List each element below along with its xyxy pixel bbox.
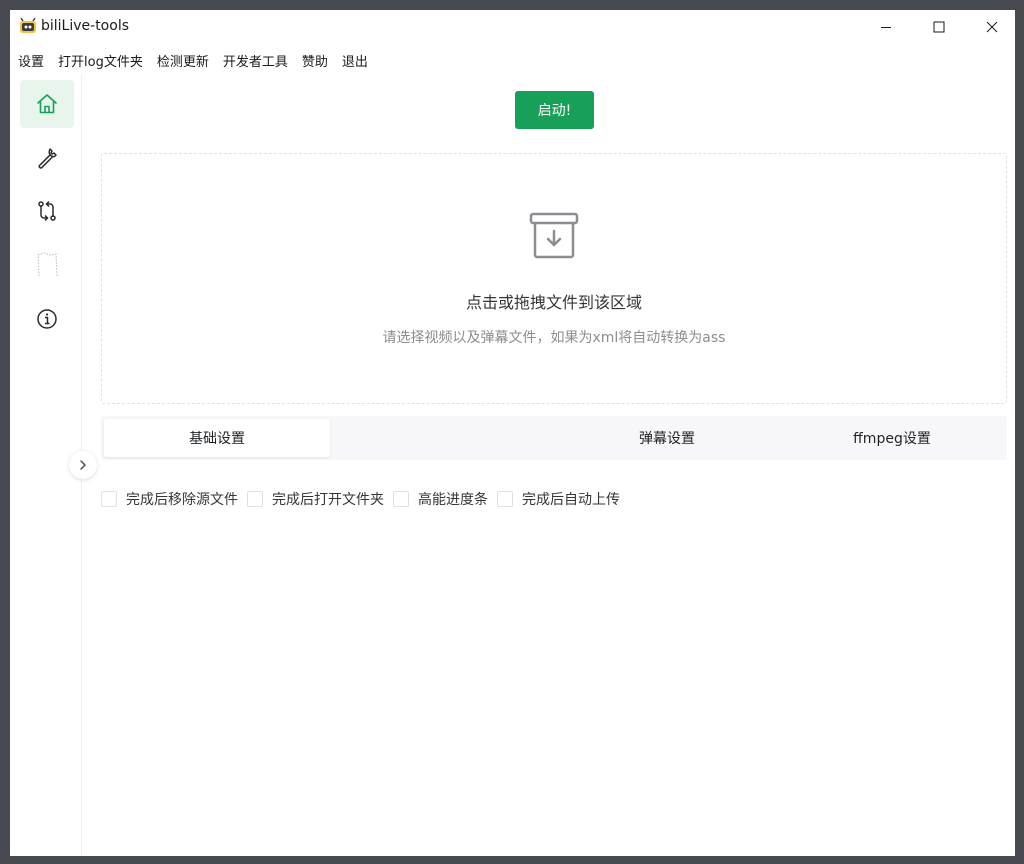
option-label: 完成后自动上传	[522, 492, 620, 508]
minimize-icon	[881, 27, 891, 28]
menu-bar: 设置 打开log文件夹 检测更新 开发者工具 赞助 退出	[10, 48, 375, 72]
git-compare-icon	[35, 199, 59, 223]
option-open-folder[interactable]: 完成后打开文件夹	[247, 489, 384, 509]
menu-settings[interactable]: 设置	[18, 49, 44, 72]
minimize-button[interactable]	[863, 10, 909, 44]
checkbox[interactable]	[247, 491, 263, 507]
option-label: 完成后打开文件夹	[272, 492, 384, 508]
checkbox[interactable]	[393, 491, 409, 507]
sidebar-item-home[interactable]	[20, 80, 74, 128]
checkbox[interactable]	[101, 491, 117, 507]
option-label: 高能进度条	[418, 492, 488, 508]
sidebar-collapse-button[interactable]	[69, 451, 97, 479]
home-icon	[35, 92, 59, 116]
sidebar-item-clip[interactable]	[20, 241, 74, 289]
options-row: 完成后移除源文件 完成后打开文件夹 高能进度条 完成后自动上传	[101, 488, 629, 510]
app-logo-icon	[19, 17, 37, 34]
option-energy-bar[interactable]: 高能进度条	[393, 489, 488, 509]
checkbox[interactable]	[497, 491, 513, 507]
window-title: biliLive-tools	[41, 18, 129, 34]
option-remove-source[interactable]: 完成后移除源文件	[101, 489, 238, 509]
app-window: biliLive-tools 设置 打开log文件夹 检测更新 开发者工具 赞助…	[10, 10, 1015, 856]
title-bar[interactable]: biliLive-tools	[10, 10, 1015, 44]
settings-tabs: 基础设置 弹幕设置 ffmpeg设置	[101, 416, 1007, 460]
close-icon	[986, 21, 998, 33]
file-dropzone[interactable]: 点击或拖拽文件到该区域 请选择视频以及弹幕文件，如果为xml将自动转换为ass	[101, 153, 1007, 404]
tab-ffmpeg-settings[interactable]: ffmpeg设置	[780, 419, 1004, 457]
tab-basic-settings[interactable]: 基础设置	[104, 419, 330, 457]
wrench-icon	[35, 146, 59, 170]
close-button[interactable]	[969, 10, 1015, 44]
menu-dev-tools[interactable]: 开发者工具	[223, 49, 288, 72]
archive-download-icon	[529, 212, 579, 264]
info-icon	[36, 308, 58, 330]
menu-exit[interactable]: 退出	[342, 49, 368, 72]
option-label: 完成后移除源文件	[126, 492, 238, 508]
dropzone-title: 点击或拖拽文件到该区域	[465, 293, 642, 312]
menu-open-log-folder[interactable]: 打开log文件夹	[58, 49, 143, 72]
start-button[interactable]: 启动!	[515, 91, 594, 129]
sidebar-item-merge[interactable]	[20, 187, 74, 235]
sidebar-item-tools[interactable]	[20, 134, 74, 182]
chevron-right-icon	[77, 456, 89, 475]
menu-check-update[interactable]: 检测更新	[157, 49, 209, 72]
maximize-icon	[933, 21, 945, 33]
option-auto-upload[interactable]: 完成后自动上传	[497, 489, 620, 509]
dropzone-subtitle: 请选择视频以及弹幕文件，如果为xml将自动转换为ass	[382, 330, 726, 346]
maximize-button[interactable]	[916, 10, 962, 44]
tab-danmaku-settings[interactable]: 弹幕设置	[554, 419, 780, 457]
menu-sponsor[interactable]: 赞助	[302, 49, 328, 72]
outline-icon	[35, 250, 59, 280]
sidebar-item-about[interactable]	[20, 295, 74, 343]
